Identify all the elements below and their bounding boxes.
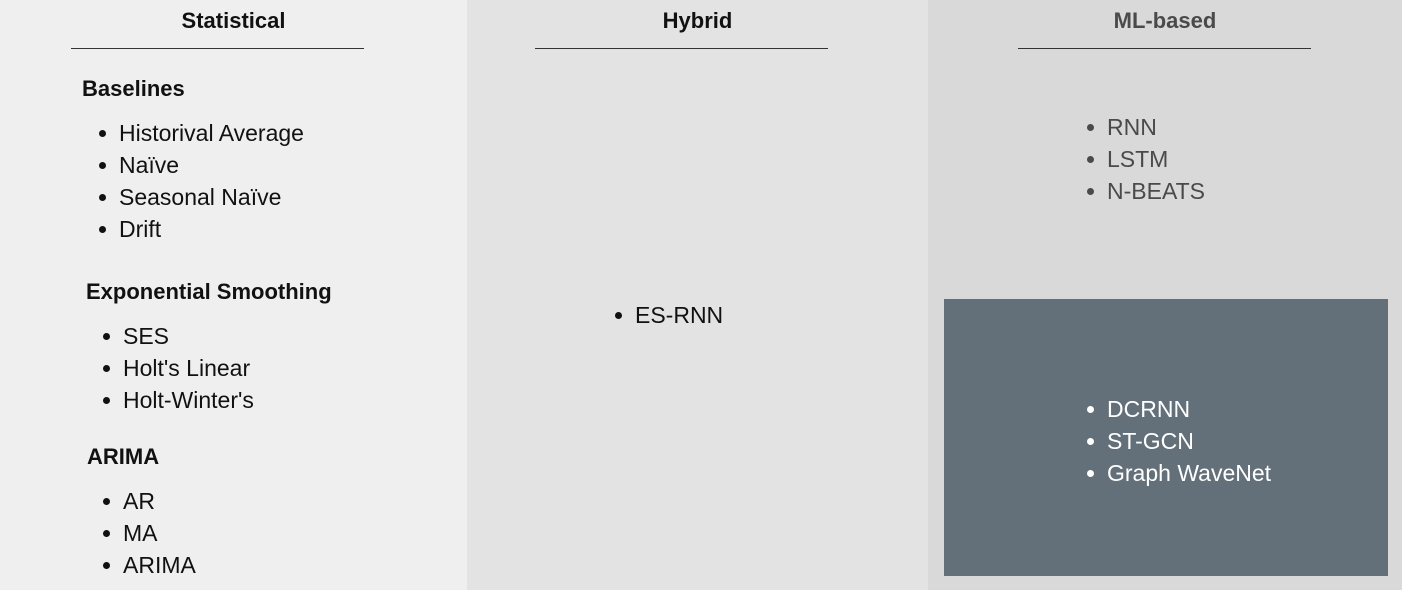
list-item: MA	[103, 517, 196, 549]
group-title-exponential-smoothing: Exponential Smoothing	[86, 279, 332, 304]
statistical-title-divider	[71, 48, 364, 49]
hybrid-column: Hybrid	[467, 0, 928, 590]
list-item: Seasonal Naïve	[99, 181, 304, 213]
ml-based-column-title: ML-based	[1113, 8, 1217, 33]
arima-list: AR MA ARIMA	[86, 485, 196, 581]
baselines-list: Historival Average Naïve Seasonal Naïve …	[82, 117, 304, 245]
list-item: AR	[103, 485, 196, 517]
list-item: ES-RNN	[614, 299, 723, 331]
graph-models-list: DCRNN ST-GCN Graph WaveNet	[1070, 393, 1271, 489]
list-item: RNN	[1087, 111, 1205, 143]
list-item: ARIMA	[103, 549, 196, 581]
hybrid-list: ES-RNN	[598, 299, 723, 331]
list-item: DCRNN	[1086, 393, 1271, 425]
list-item: Drift	[99, 213, 304, 245]
group-title-arima: ARIMA	[87, 444, 160, 469]
list-item: Graph WaveNet	[1086, 457, 1271, 489]
list-item: SES	[103, 320, 254, 352]
ml-based-list: RNN LSTM N-BEATS	[1070, 111, 1205, 207]
list-item: LSTM	[1087, 143, 1205, 175]
list-item: ST-GCN	[1086, 425, 1271, 457]
ml-based-title-divider	[1018, 48, 1311, 49]
exponential-smoothing-list: SES Holt's Linear Holt-Winter's	[86, 320, 254, 416]
list-item: Holt-Winter's	[103, 384, 254, 416]
hybrid-column-title: Hybrid	[662, 8, 733, 33]
hybrid-title-divider	[535, 48, 828, 49]
group-title-baselines: Baselines	[82, 76, 185, 101]
list-item: Holt's Linear	[103, 352, 254, 384]
statistical-column-title: Statistical	[181, 8, 286, 33]
list-item: N-BEATS	[1087, 175, 1205, 207]
list-item: Historival Average	[99, 117, 304, 149]
list-item: Naïve	[99, 149, 304, 181]
